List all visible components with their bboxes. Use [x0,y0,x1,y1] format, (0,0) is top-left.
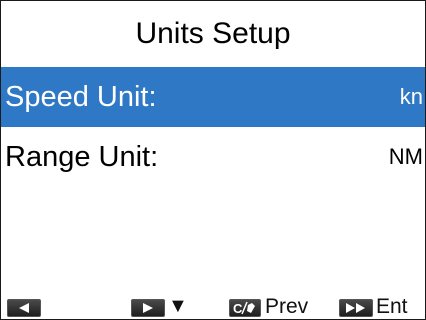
menu-item-speed-unit[interactable]: Speed Unit: kn [1,67,425,127]
down-arrow-icon: ▼ [168,295,188,317]
cancel-key-icon[interactable]: C [229,299,261,317]
svg-text:C: C [233,301,243,315]
prev-key-label: Prev [265,295,309,318]
ent-key-label: Ent [376,295,408,318]
right-arrow-key-icon[interactable] [131,299,165,317]
left-arrow-key-icon[interactable] [7,299,41,317]
menu-item-label: Range Unit: [5,140,159,173]
menu-item-range-unit[interactable]: Range Unit: NM [1,127,425,187]
menu-item-value: kn [399,84,423,109]
menu-item-label: Speed Unit: [5,80,157,113]
menu-item-value: NM [388,144,423,169]
softkey-bar: ▼ C Prev Ent [1,293,425,319]
fast-forward-key-icon[interactable] [339,299,373,317]
lcd-screen: Units Setup Speed Unit: kn Range Unit: N… [0,0,426,320]
page-title: Units Setup [135,17,291,50]
